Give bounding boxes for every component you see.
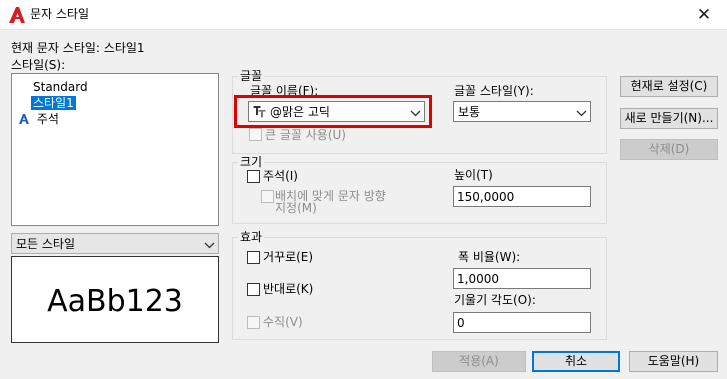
list-item[interactable]: 스타일1 [31, 95, 76, 111]
chevron-down-icon [576, 107, 587, 117]
window-title: 문자 스타일 [30, 7, 90, 21]
oblique-angle-input[interactable]: 0 [453, 312, 591, 333]
match-orientation-label-2: 지정(M) [275, 201, 317, 215]
vertical-label: 수직(V) [263, 315, 303, 329]
title-bar: 문자 스타일 ✕ [0, 0, 727, 30]
annotative-label: 주석(I) [263, 169, 298, 183]
current-style-label: 현재 문자 스타일: [11, 41, 100, 55]
oblique-angle-value: 0 [457, 316, 465, 330]
preview-panel: AaBb123 [11, 256, 219, 343]
apply-button[interactable]: 적용(A) [432, 351, 526, 372]
vertical-checkbox[interactable] [247, 316, 260, 329]
match-orientation-checkbox[interactable] [261, 190, 274, 203]
font-style-dropdown[interactable]: 보통 [453, 101, 591, 122]
annotative-icon [18, 113, 30, 125]
width-factor-value: 1,0000 [457, 272, 499, 286]
list-item-label: Standard [33, 80, 88, 94]
font-name-highlight [234, 95, 432, 128]
autocad-logo-icon [8, 6, 26, 24]
help-button[interactable]: 도움말(H) [629, 351, 718, 372]
big-font-checkbox[interactable] [249, 128, 262, 141]
oblique-angle-label: 기울기 각도(O): [454, 293, 536, 307]
current-style-value: 스타일1 [103, 41, 145, 55]
list-item-label: 주석 [36, 112, 59, 126]
current-style-row: 현재 문자 스타일: 스타일1 [11, 41, 145, 55]
big-font-label: 큰 글꼴 사용(U) [265, 128, 346, 142]
width-factor-label: 폭 비율(W): [458, 250, 521, 264]
height-label: 높이(T) [454, 168, 493, 182]
delete-button[interactable]: 삭제(D) [620, 139, 718, 160]
font-group-title: 글꼴 [238, 69, 265, 83]
height-value: 150,0000 [457, 190, 515, 204]
styles-label: 스타일(S): [11, 58, 66, 72]
upside-down-label: 거꾸로(E) [263, 250, 314, 264]
effects-group-title: 효과 [238, 230, 265, 244]
font-style-value: 보통 [458, 105, 481, 119]
style-filter-dropdown[interactable]: 모든 스타일 [11, 233, 219, 254]
width-factor-input[interactable]: 1,0000 [453, 268, 591, 289]
height-input[interactable]: 150,0000 [453, 186, 591, 207]
close-icon[interactable]: ✕ [693, 4, 715, 26]
style-list[interactable]: Standard 스타일1 주석 [11, 73, 219, 226]
preview-text: AaBb123 [47, 284, 183, 319]
size-group-title: 크기 [238, 155, 265, 169]
new-style-button[interactable]: 새로 만들기(N)... [620, 108, 718, 129]
font-style-label: 글꼴 스타일(Y): [454, 84, 534, 98]
list-item[interactable]: Standard [33, 79, 88, 95]
list-item-label: 스타일1 [31, 96, 76, 110]
list-item[interactable]: 주석 [18, 111, 59, 127]
chevron-down-icon [204, 239, 215, 249]
upside-down-checkbox[interactable] [247, 251, 260, 264]
backwards-checkbox[interactable] [247, 283, 260, 296]
annotative-checkbox[interactable] [247, 170, 260, 183]
cancel-button[interactable]: 취소 [532, 351, 620, 372]
backwards-label: 반대로(K) [263, 282, 314, 296]
style-filter-value: 모든 스타일 [16, 237, 76, 251]
set-current-button[interactable]: 현재로 설정(C) [620, 76, 718, 97]
